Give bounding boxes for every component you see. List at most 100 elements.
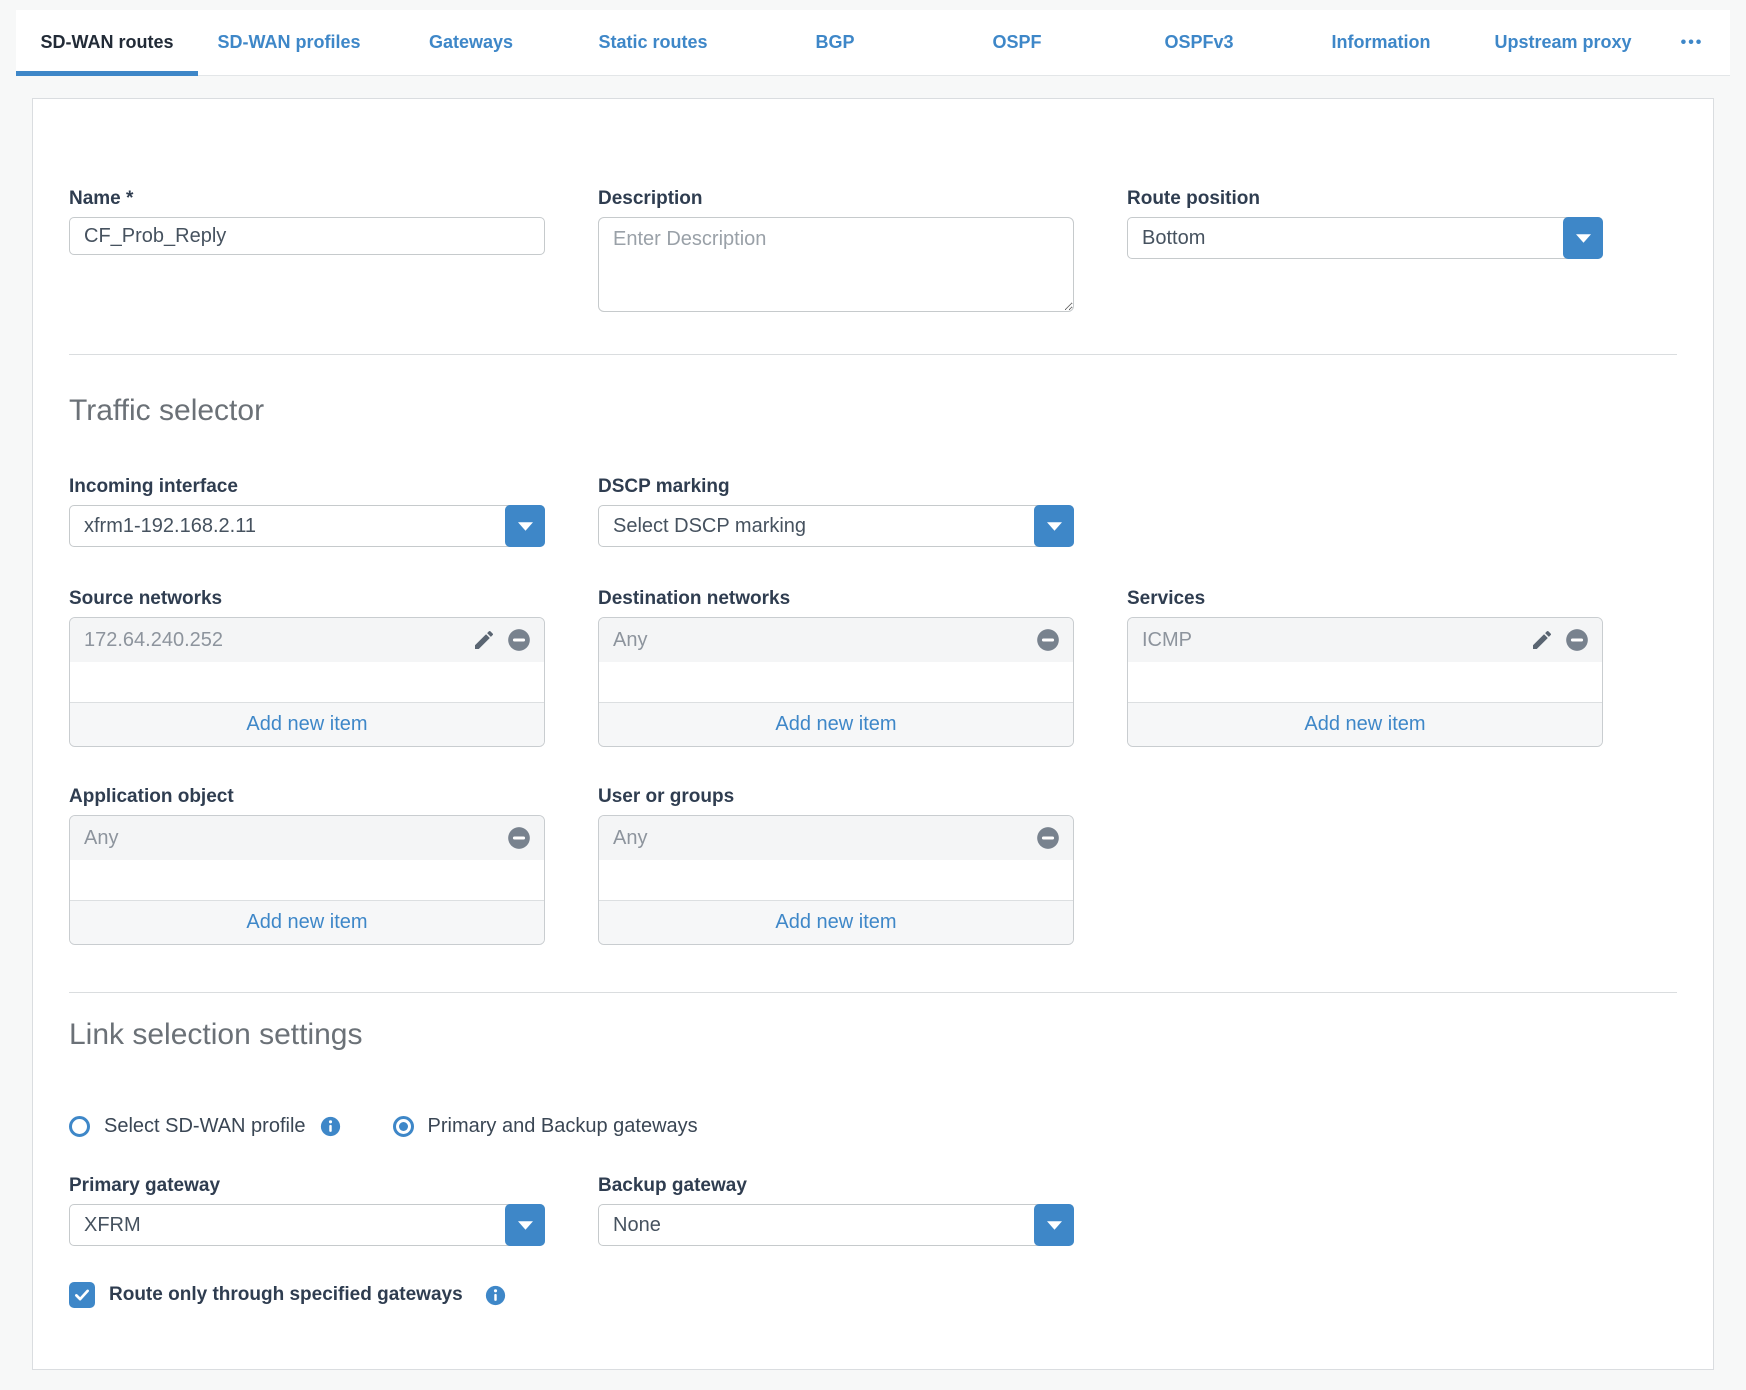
traffic-selector-heading: Traffic selector <box>69 391 1677 431</box>
radio-group-sdwan-profile: Select SD-WAN profile <box>69 1115 341 1138</box>
list-item: ICMP <box>1128 618 1602 662</box>
incoming-interface-select[interactable]: xfrm1-192.168.2.11 <box>69 505 545 547</box>
list-item-text: Any <box>84 827 118 850</box>
edit-icon[interactable] <box>1530 628 1554 652</box>
radio-group-primary-backup: Primary and Backup gateways <box>393 1115 698 1138</box>
tab-sdwan-profiles[interactable]: SD-WAN profiles <box>198 10 380 75</box>
list-item: Any <box>599 618 1073 662</box>
list-item-text: Any <box>613 827 647 850</box>
tab-label: Upstream proxy <box>1494 32 1631 53</box>
tab-label: Static routes <box>598 32 707 53</box>
user-or-groups-label: User or groups <box>598 785 1074 809</box>
add-new-item-button[interactable]: Add new item <box>70 900 544 944</box>
services-group: Services ICMP Add new item <box>1127 587 1603 747</box>
link-selection-radio-row: Select SD-WAN profile Primary and Backup… <box>69 1115 1677 1138</box>
tab-sdwan-routes[interactable]: SD-WAN routes <box>16 10 198 75</box>
remove-icon[interactable] <box>1564 627 1590 653</box>
list-item-text: Any <box>613 629 647 652</box>
route-position-label: Route position <box>1127 187 1603 211</box>
general-row: Name * Description Route position Bottom <box>69 187 1677 317</box>
add-new-item-button[interactable]: Add new item <box>70 702 544 746</box>
route-only-row: Route only through specified gateways <box>69 1282 1677 1308</box>
remove-icon[interactable] <box>506 825 532 851</box>
list-item-text: 172.64.240.252 <box>84 629 223 652</box>
chevron-down-icon[interactable] <box>505 1204 545 1246</box>
listbox-empty-area <box>1128 662 1602 702</box>
application-object-label: Application object <box>69 785 545 809</box>
source-networks-listbox: 172.64.240.252 Add new item <box>69 617 545 747</box>
tab-ospfv3[interactable]: OSPFv3 <box>1108 10 1290 75</box>
sdwan-profile-radio[interactable] <box>69 1116 90 1137</box>
destination-networks-group: Destination networks Any Add new item <box>598 587 1074 747</box>
link-selection-heading: Link selection settings <box>69 1015 1677 1055</box>
info-icon[interactable] <box>320 1116 341 1137</box>
user-or-groups-group: User or groups Any Add new item <box>598 785 1074 945</box>
remove-icon[interactable] <box>1035 627 1061 653</box>
primary-gateway-select[interactable]: XFRM <box>69 1204 545 1246</box>
destination-networks-listbox: Any Add new item <box>598 617 1074 747</box>
dscp-marking-select[interactable]: Select DSCP marking <box>598 505 1074 547</box>
networks-row: Source networks 172.64.240.252 Add new i… <box>69 587 1677 747</box>
route-position-select[interactable]: Bottom <box>1127 217 1603 259</box>
tab-label: SD-WAN profiles <box>217 32 360 53</box>
add-new-item-button[interactable]: Add new item <box>599 702 1073 746</box>
backup-gateway-select[interactable]: None <box>598 1204 1074 1246</box>
route-only-checkbox[interactable] <box>69 1282 95 1308</box>
route-position-field-group: Route position Bottom <box>1127 187 1603 259</box>
remove-icon[interactable] <box>506 627 532 653</box>
primary-gateway-label: Primary gateway <box>69 1174 545 1198</box>
add-new-item-button[interactable]: Add new item <box>1128 702 1602 746</box>
tab-label: Gateways <box>429 32 513 53</box>
source-networks-group: Source networks 172.64.240.252 Add new i… <box>69 587 545 747</box>
listbox-empty-area <box>70 662 544 702</box>
chevron-down-icon[interactable] <box>505 505 545 547</box>
backup-gateway-group: Backup gateway None <box>598 1174 1074 1246</box>
destination-networks-label: Destination networks <box>598 587 1074 611</box>
tab-gateways[interactable]: Gateways <box>380 10 562 75</box>
application-object-listbox: Any Add new item <box>69 815 545 945</box>
incoming-interface-label: Incoming interface <box>69 475 545 499</box>
backup-gateway-value: None <box>613 1214 661 1237</box>
sdwan-profile-radio-label: Select SD-WAN profile <box>104 1115 306 1138</box>
interface-row: Incoming interface xfrm1-192.168.2.11 DS… <box>69 475 1677 547</box>
add-new-item-button[interactable]: Add new item <box>599 900 1073 944</box>
listbox-empty-area <box>70 860 544 900</box>
name-field-group: Name * <box>69 187 545 255</box>
incoming-interface-group: Incoming interface xfrm1-192.168.2.11 <box>69 475 545 547</box>
tab-bar: SD-WAN routes SD-WAN profiles Gateways S… <box>16 10 1730 76</box>
name-input[interactable] <box>69 217 545 255</box>
chevron-down-icon[interactable] <box>1563 217 1603 259</box>
dscp-marking-group: DSCP marking Select DSCP marking <box>598 475 1074 547</box>
tab-bgp[interactable]: BGP <box>744 10 926 75</box>
tab-overflow-menu[interactable]: ••• <box>1654 10 1730 75</box>
tab-label: SD-WAN routes <box>40 32 173 53</box>
tab-static-routes[interactable]: Static routes <box>562 10 744 75</box>
edit-icon[interactable] <box>472 628 496 652</box>
list-item-text: ICMP <box>1142 629 1192 652</box>
remove-icon[interactable] <box>1035 825 1061 851</box>
info-icon[interactable] <box>485 1285 506 1306</box>
source-networks-label: Source networks <box>69 587 545 611</box>
application-user-row: Application object Any Add new item User… <box>69 785 1677 945</box>
name-label: Name * <box>69 187 545 211</box>
primary-backup-radio-label: Primary and Backup gateways <box>428 1115 698 1138</box>
application-object-group: Application object Any Add new item <box>69 785 545 945</box>
tab-label: OSPF <box>992 32 1041 53</box>
incoming-interface-value: xfrm1-192.168.2.11 <box>84 515 256 538</box>
backup-gateway-label: Backup gateway <box>598 1174 1074 1198</box>
primary-backup-radio[interactable] <box>393 1116 414 1137</box>
user-or-groups-listbox: Any Add new item <box>598 815 1074 945</box>
list-item: Any <box>70 816 544 860</box>
description-textarea[interactable] <box>598 217 1074 312</box>
listbox-empty-area <box>599 860 1073 900</box>
tab-upstream-proxy[interactable]: Upstream proxy <box>1472 10 1654 75</box>
route-only-label: Route only through specified gateways <box>109 1284 463 1306</box>
route-form-card: Name * Description Route position Bottom… <box>32 98 1714 1370</box>
tab-ospf[interactable]: OSPF <box>926 10 1108 75</box>
section-divider <box>69 992 1677 993</box>
chevron-down-icon[interactable] <box>1034 505 1074 547</box>
tab-information[interactable]: Information <box>1290 10 1472 75</box>
services-listbox: ICMP Add new item <box>1127 617 1603 747</box>
chevron-down-icon[interactable] <box>1034 1204 1074 1246</box>
description-label: Description <box>598 187 1074 211</box>
